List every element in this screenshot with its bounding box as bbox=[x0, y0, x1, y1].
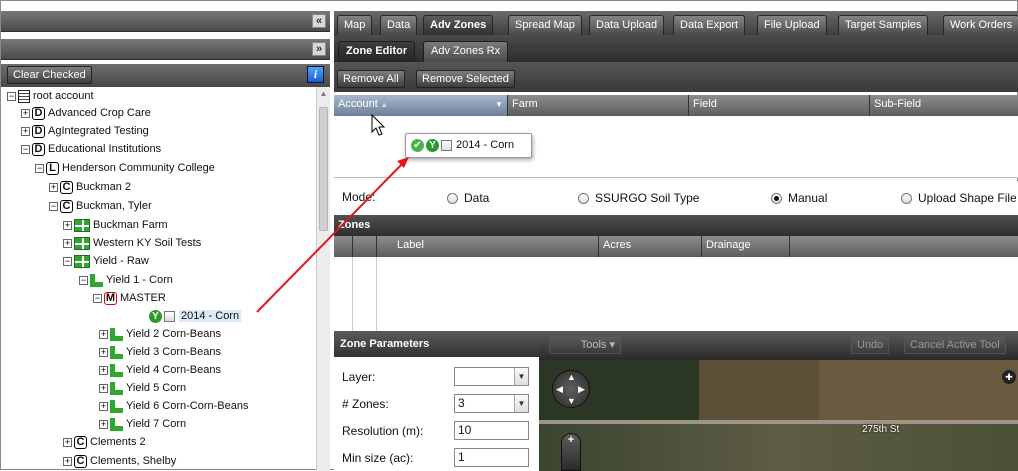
mouse-cursor-icon bbox=[371, 114, 386, 136]
arrow-line bbox=[256, 162, 404, 313]
app-window: « » Clear Checked i − root account + D Adva… bbox=[0, 0, 1018, 471]
annotation-arrow bbox=[256, 157, 409, 313]
